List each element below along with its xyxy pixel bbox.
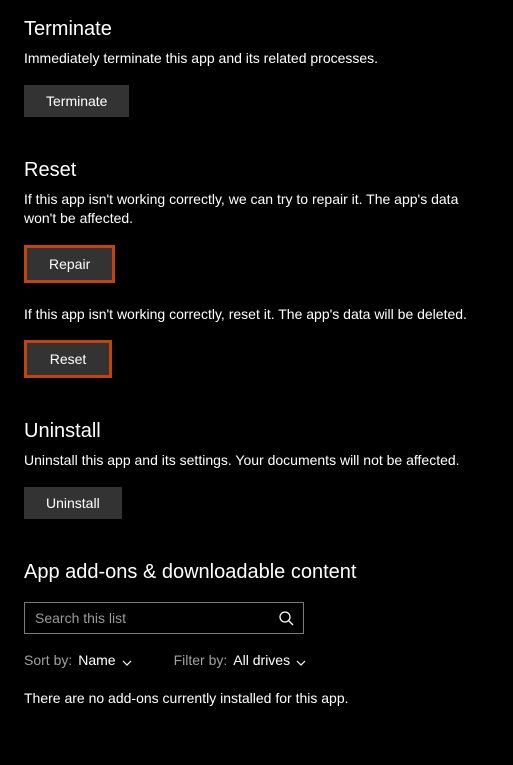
search-wrap	[24, 602, 304, 634]
filter-row: Sort by: Name Filter by: All drives	[24, 652, 489, 668]
terminate-heading: Terminate	[24, 18, 489, 41]
terminate-section: Terminate Immediately terminate this app…	[24, 18, 489, 117]
sort-value: Name	[78, 652, 115, 668]
search-input[interactable]	[24, 602, 304, 634]
uninstall-button[interactable]: Uninstall	[24, 487, 122, 519]
chevron-down-icon	[122, 655, 132, 665]
reset-section: Reset If this app isn't working correctl…	[24, 159, 489, 379]
uninstall-desc: Uninstall this app and its settings. You…	[24, 451, 489, 471]
addons-section: App add-ons & downloadable content Sort …	[24, 561, 489, 706]
uninstall-heading: Uninstall	[24, 420, 489, 443]
reset-heading: Reset	[24, 159, 489, 182]
addons-empty-message: There are no add-ons currently installed…	[24, 690, 489, 706]
sort-by-dropdown[interactable]: Sort by: Name	[24, 652, 132, 668]
filter-by-dropdown[interactable]: Filter by: All drives	[174, 652, 306, 668]
addons-heading: App add-ons & downloadable content	[24, 561, 489, 584]
terminate-button[interactable]: Terminate	[24, 85, 129, 117]
uninstall-section: Uninstall Uninstall this app and its set…	[24, 420, 489, 519]
filter-label: Filter by:	[174, 652, 228, 668]
reset-desc: If this app isn't working correctly, res…	[24, 305, 489, 325]
reset-button[interactable]: Reset	[24, 340, 112, 378]
repair-desc: If this app isn't working correctly, we …	[24, 190, 489, 229]
sort-label: Sort by:	[24, 652, 72, 668]
chevron-down-icon	[296, 655, 306, 665]
filter-value: All drives	[233, 652, 290, 668]
terminate-desc: Immediately terminate this app and its r…	[24, 49, 489, 69]
repair-button[interactable]: Repair	[24, 245, 115, 283]
